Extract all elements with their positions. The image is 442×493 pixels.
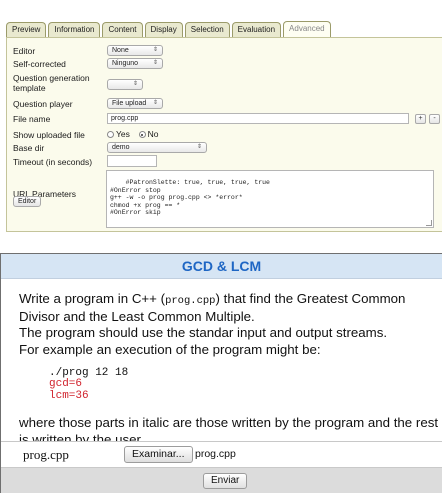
- tab-advanced[interactable]: Advanced: [283, 21, 331, 37]
- statement-line-example: For example an execution of the program …: [19, 341, 321, 357]
- submit-button[interactable]: Enviar: [203, 473, 248, 489]
- radio-no[interactable]: [138, 131, 146, 138]
- file-name-input[interactable]: prog.cpp: [107, 113, 409, 124]
- upload-file-label: prog.cpp: [23, 447, 69, 462]
- example-output-gcd: gcd=6: [49, 378, 83, 391]
- tab-information[interactable]: Information: [48, 22, 101, 37]
- radio-yes-label: Yes: [116, 129, 130, 139]
- question-player-select-value: File upload: [112, 100, 147, 107]
- example-execution: ./prog 12 18 gcd=6 lcm=36: [49, 366, 439, 403]
- tab-content[interactable]: Content: [102, 22, 143, 37]
- chosen-file-name: prog.cpp: [195, 448, 236, 460]
- tab-display[interactable]: Display: [144, 22, 183, 37]
- statement-line-streams: The program should use the standar input…: [19, 325, 388, 341]
- example-command: ./prog 12 18: [49, 366, 129, 379]
- question-editor-panel: Preview Information Content Display Sele…: [0, 0, 442, 236]
- self-corrected-select-value: Ninguno: [112, 60, 139, 67]
- radio-yes[interactable]: [107, 131, 114, 138]
- base-dir-select[interactable]: demo ⇕: [107, 142, 207, 153]
- tab-selection[interactable]: Selection: [184, 22, 230, 37]
- question-statement: Write a program in C++ (prog.cpp) that f…: [19, 291, 439, 448]
- submit-bar: Enviar: [1, 467, 442, 493]
- remove-file-button[interactable]: -: [429, 114, 440, 124]
- question-generation-template-label: Question generation template: [13, 73, 90, 93]
- show-uploaded-file-label: Show uploaded file: [13, 130, 85, 140]
- question-preview-panel: GCD & LCM Write a program in C++ (prog.c…: [0, 253, 442, 493]
- select-arrows-icon: ⇕: [152, 100, 158, 106]
- add-file-button[interactable]: +: [415, 114, 426, 124]
- file-upload-row: prog.cpp Examinar... prog.cpp: [1, 442, 442, 467]
- editor-select-value: None: [112, 47, 129, 54]
- statement-file-name: prog.cpp: [165, 295, 216, 307]
- editor-tabs: Preview Information Content Display Sele…: [6, 21, 333, 37]
- select-arrows-icon: ⇕: [152, 47, 158, 53]
- example-output-lcm: lcm=36: [49, 389, 89, 402]
- url-parameters-content: #PatronSlette: true, true, true, true #O…: [110, 179, 270, 217]
- question-player-label: Question player: [13, 99, 73, 109]
- tab-evaluation[interactable]: Evaluation: [231, 22, 282, 37]
- select-arrows-icon: ⇕: [152, 60, 158, 66]
- base-dir-label: Base dir: [13, 143, 45, 153]
- show-uploaded-file-radios: Yes No: [107, 129, 159, 139]
- timeout-input[interactable]: [107, 155, 157, 167]
- url-parameters-editor-button[interactable]: Editor: [13, 196, 42, 207]
- file-name-label: File name: [13, 114, 51, 124]
- url-parameters-textarea[interactable]: #PatronSlette: true, true, true, true #O…: [106, 170, 434, 228]
- base-dir-select-value: demo: [112, 144, 130, 151]
- select-arrows-icon: ⇕: [132, 81, 138, 87]
- question-title: GCD & LCM: [1, 254, 442, 279]
- select-arrows-icon: ⇕: [196, 144, 202, 150]
- radio-no-label: No: [147, 129, 159, 139]
- editor-label: Editor: [13, 46, 36, 56]
- statement-intro: Write a program in C++ (prog.cpp) that f…: [19, 291, 439, 325]
- tab-preview[interactable]: Preview: [6, 22, 47, 37]
- self-corrected-select[interactable]: Ninguno ⇕: [107, 58, 163, 69]
- statement-intro-before: Write a program in C++ (: [19, 291, 166, 306]
- question-player-select[interactable]: File upload ⇕: [107, 98, 163, 109]
- question-generation-template-select[interactable]: ⇕: [107, 79, 143, 90]
- resize-grip-icon[interactable]: [426, 220, 432, 226]
- self-corrected-label: Self-corrected: [13, 59, 66, 69]
- browse-file-button[interactable]: Examinar...: [124, 446, 193, 463]
- editor-select[interactable]: None ⇕: [107, 45, 163, 56]
- timeout-label: Timeout (in seconds): [13, 157, 93, 167]
